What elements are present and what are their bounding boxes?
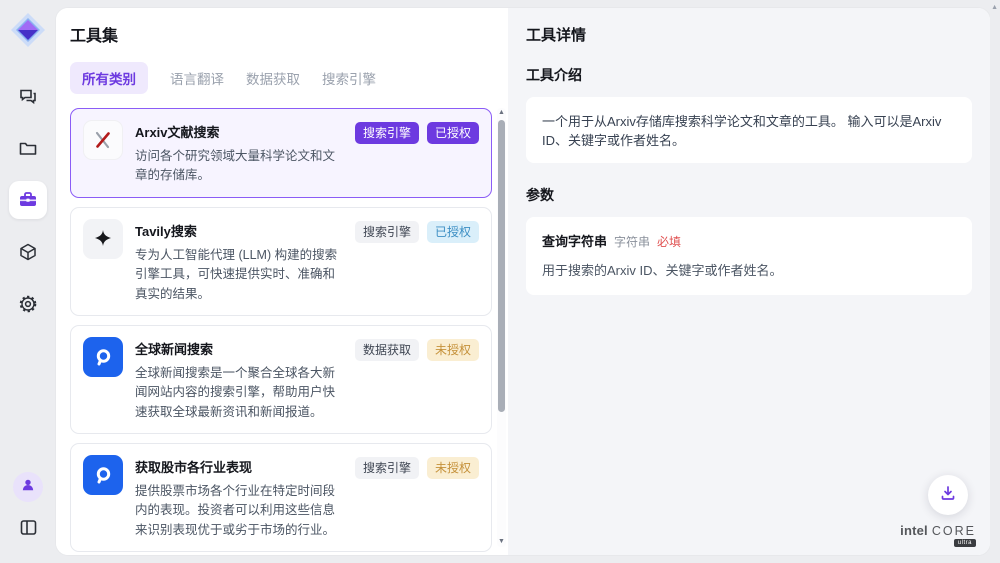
- intel-wordmark: intel: [900, 523, 928, 538]
- tool-title: 全球新闻搜索: [135, 339, 339, 358]
- toolbox-icon: [18, 190, 38, 210]
- tool-title: 获取股市各行业表现: [135, 457, 339, 476]
- app-logo-icon: [10, 12, 46, 48]
- sidebar-item-settings[interactable]: [9, 285, 47, 323]
- param-type: 字符串: [614, 233, 650, 250]
- category-badge: 搜索引擎: [355, 122, 419, 144]
- page-title: 工具集: [70, 22, 508, 46]
- tool-desc: 专为人工智能代理 (LLM) 构建的搜索引擎工具，可快速提供实时、准确和真实的结…: [135, 246, 339, 304]
- qblue-icon: [83, 455, 123, 495]
- qblue-icon: [83, 337, 123, 377]
- tab-所有类别[interactable]: 所有类别: [70, 62, 148, 94]
- user-icon: [20, 477, 36, 498]
- scroll-down-icon[interactable]: ▼: [498, 537, 505, 547]
- tool-detail-panel: 工具详情 工具介绍 一个用于从Arxiv存储库搜索科学论文和文章的工具。 输入可…: [508, 8, 990, 555]
- status-badge: 已授权: [427, 122, 479, 144]
- intel-ultra-badge: ultra: [954, 539, 976, 547]
- category-tabs: 所有类别语言翻译数据获取搜索引擎: [70, 62, 508, 94]
- tool-card[interactable]: 获取股市各行业表现 提供股票市场各个行业在特定时间段内的表现。投资者可以利用这些…: [70, 443, 492, 552]
- page-scroll-up-icon[interactable]: ▲: [991, 4, 998, 11]
- window-edge: ▲: [990, 0, 1000, 563]
- tool-list: Arxiv文献搜索 访问各个研究领域大量科学论文和文章的存储库。 搜索引擎 已授…: [70, 108, 508, 555]
- params-heading: 参数: [526, 185, 972, 205]
- collapse-panel-button[interactable]: [9, 508, 47, 546]
- sidebar-item-chat[interactable]: [9, 77, 47, 115]
- star-icon: [83, 219, 123, 259]
- param-desc: 用于搜索的Arxiv ID、关键字或作者姓名。: [542, 260, 956, 279]
- tool-title: Tavily搜索: [135, 221, 339, 240]
- main-container: 工具集 所有类别语言翻译数据获取搜索引擎 Arxiv文献搜索 访问各个研究领域大…: [56, 8, 990, 555]
- status-badge: 未授权: [427, 339, 479, 361]
- arxiv-icon: [83, 120, 123, 160]
- tool-intro-text: 一个用于从Arxiv存储库搜索科学论文和文章的工具。 输入可以是Arxiv ID…: [526, 97, 972, 163]
- tool-desc: 访问各个研究领域大量科学论文和文章的存储库。: [135, 147, 339, 186]
- tab-搜索引擎[interactable]: 搜索引擎: [322, 62, 376, 94]
- list-scrollbar[interactable]: ▲ ▼: [497, 108, 506, 547]
- cube-icon: [18, 242, 38, 262]
- tab-语言翻译[interactable]: 语言翻译: [170, 62, 224, 94]
- param-card: 查询字符串 字符串 必填 用于搜索的Arxiv ID、关键字或作者姓名。: [526, 217, 972, 295]
- status-badge: 已授权: [427, 221, 479, 243]
- tool-card[interactable]: 全球新闻搜索 全球新闻搜索是一个聚合全球各大新闻网站内容的搜索引擎，帮助用户快速…: [70, 325, 492, 434]
- sidebar-item-packages[interactable]: [9, 233, 47, 271]
- app-root: 工具集 所有类别语言翻译数据获取搜索引擎 Arxiv文献搜索 访问各个研究领域大…: [0, 0, 1000, 563]
- category-badge: 搜索引擎: [355, 457, 419, 479]
- sidebar-item-tools[interactable]: [9, 181, 47, 219]
- folder-icon: [18, 138, 38, 158]
- gear-icon: [18, 294, 38, 314]
- scrollbar-thumb[interactable]: [498, 120, 505, 412]
- param-required-badge: 必填: [657, 233, 681, 250]
- chat-icon: [18, 86, 38, 106]
- tool-desc: 全球新闻搜索是一个聚合全球各大新闻网站内容的搜索引擎，帮助用户快速获取全球最新资…: [135, 364, 339, 422]
- param-name: 查询字符串: [542, 231, 607, 250]
- tool-card[interactable]: Tavily搜索 专为人工智能代理 (LLM) 构建的搜索引擎工具，可快速提供实…: [70, 207, 492, 316]
- user-avatar[interactable]: [13, 472, 43, 502]
- category-badge: 搜索引擎: [355, 221, 419, 243]
- status-badge: 未授权: [427, 457, 479, 479]
- category-badge: 数据获取: [355, 339, 419, 361]
- tool-card[interactable]: Arxiv文献搜索 访问各个研究领域大量科学论文和文章的存储库。 搜索引擎 已授…: [70, 108, 492, 198]
- tool-title: Arxiv文献搜索: [135, 122, 339, 141]
- download-button[interactable]: [928, 475, 968, 515]
- intro-heading: 工具介绍: [526, 65, 972, 85]
- tab-数据获取[interactable]: 数据获取: [246, 62, 300, 94]
- download-icon: [939, 484, 957, 507]
- sidebar-item-files[interactable]: [9, 129, 47, 167]
- detail-title: 工具详情: [526, 24, 972, 45]
- tool-desc: 提供股票市场各个行业在特定时间段内的表现。投资者可以利用这些信息来识别表现优于或…: [135, 482, 339, 540]
- intel-core-logo: intel CORE ultra: [900, 523, 976, 547]
- scroll-up-icon[interactable]: ▲: [498, 108, 505, 118]
- sidebar: [0, 0, 56, 563]
- core-wordmark: CORE: [932, 524, 976, 538]
- tool-list-panel: 工具集 所有类别语言翻译数据获取搜索引擎 Arxiv文献搜索 访问各个研究领域大…: [56, 8, 508, 555]
- panel-layout-icon: [19, 518, 38, 537]
